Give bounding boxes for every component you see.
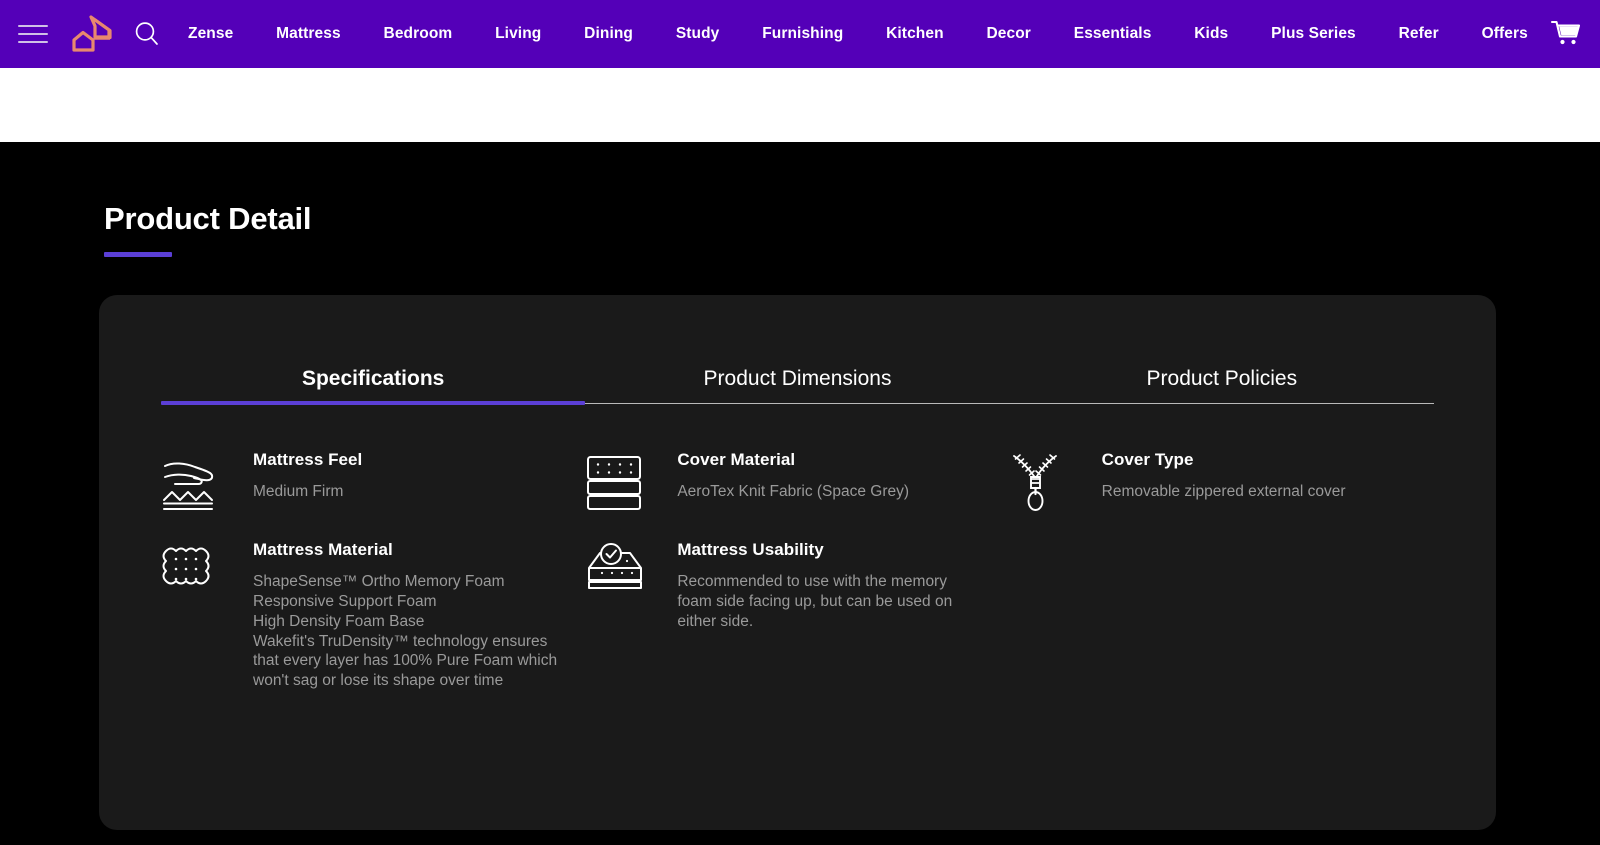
hamburger-line <box>18 25 48 27</box>
nav-link-living[interactable]: Living <box>495 25 541 43</box>
nav-link-bedroom[interactable]: Bedroom <box>384 25 453 43</box>
tab-product-policies[interactable]: Product Policies <box>1010 367 1434 403</box>
nav-link-zense[interactable]: Zense <box>188 25 233 43</box>
nav-link-refer[interactable]: Refer <box>1399 25 1439 43</box>
spec-grid-empty-cell <box>1010 540 1434 691</box>
spec-title: Cover Type <box>1101 450 1194 470</box>
hamburger-line <box>18 33 48 35</box>
top-navigation-bar: Zense Mattress Bedroom Living Dining Stu… <box>0 0 1600 68</box>
spec-text: Cover Material AeroTex Knit Fabric (Spac… <box>677 450 981 502</box>
foam-block-glyph <box>162 547 210 585</box>
spec-item-mattress-feel: Mattress Feel Medium Firm <box>161 450 585 518</box>
magnifier-glyph <box>135 22 158 45</box>
nav-link-kitchen[interactable]: Kitchen <box>886 25 944 43</box>
mattress-check-icon <box>585 540 657 604</box>
nav-links: Zense Mattress Bedroom Living Dining Stu… <box>188 25 1550 43</box>
hamburger-menu-icon[interactable] <box>18 22 48 46</box>
spec-value: ShapeSense™ Ortho Memory Foam Responsive… <box>253 573 558 690</box>
spec-value: Removable zippered external cover <box>1101 483 1346 501</box>
page-title: Product Detail <box>104 201 312 236</box>
nav-link-mattress[interactable]: Mattress <box>276 25 341 43</box>
layered-mattress-icon <box>585 450 657 514</box>
hand-pressing-mattress-glyph <box>163 462 214 511</box>
spec-title: Mattress Material <box>253 540 393 560</box>
nav-link-offers[interactable]: Offers <box>1482 25 1528 43</box>
brand-logo[interactable] <box>66 13 116 55</box>
spec-text: Mattress Material ShapeSense™ Ortho Memo… <box>253 540 557 691</box>
spec-item-cover-material: Cover Material AeroTex Knit Fabric (Spac… <box>585 450 1009 518</box>
white-spacer-band <box>0 68 1600 142</box>
nav-link-study[interactable]: Study <box>676 25 720 43</box>
layered-mattress-glyph <box>587 456 642 511</box>
hamburger-line <box>18 41 48 43</box>
mattress-check-glyph <box>588 543 643 590</box>
nav-link-kids[interactable]: Kids <box>1194 25 1228 43</box>
hand-pressing-mattress-icon <box>161 450 233 514</box>
shopping-cart-icon[interactable] <box>1550 19 1582 49</box>
spec-text: Cover Type Removable zippered external c… <box>1102 450 1406 502</box>
spec-value: Recommended to use with the memory foam … <box>677 573 953 630</box>
spec-text: Mattress Usability Recommended to use wi… <box>677 540 981 631</box>
product-detail-card: Specifications Product Dimensions Produc… <box>99 295 1496 831</box>
nav-link-decor[interactable]: Decor <box>986 25 1030 43</box>
detail-tabs: Specifications Product Dimensions Produc… <box>161 367 1434 406</box>
product-detail-section: Product Detail Specifications Product Di… <box>0 142 1600 845</box>
zipper-icon <box>1010 450 1082 518</box>
search-icon[interactable] <box>132 19 162 49</box>
tab-product-dimensions[interactable]: Product Dimensions <box>585 367 1009 403</box>
tab-specifications[interactable]: Specifications <box>161 367 586 406</box>
nav-link-plus-series[interactable]: Plus Series <box>1271 25 1356 43</box>
cart-glyph <box>1550 20 1581 45</box>
spec-item-cover-type: Cover Type Removable zippered external c… <box>1010 450 1434 518</box>
spec-value: Medium Firm <box>253 483 344 501</box>
spec-item-mattress-usability: Mattress Usability Recommended to use wi… <box>585 540 1009 691</box>
spec-title: Cover Material <box>677 450 796 470</box>
zipper-glyph <box>1012 454 1057 512</box>
specifications-grid: Mattress Feel Medium Firm Cover Material… <box>161 450 1434 691</box>
spec-item-mattress-material: Mattress Material ShapeSense™ Ortho Memo… <box>161 540 585 691</box>
nav-link-dining[interactable]: Dining <box>584 25 633 43</box>
foam-block-icon <box>161 540 233 604</box>
spec-value: AeroTex Knit Fabric (Space Grey) <box>677 483 910 501</box>
heading-accent-rule <box>104 252 172 258</box>
spec-title: Mattress Feel <box>253 450 363 470</box>
spec-text: Mattress Feel Medium Firm <box>253 450 557 502</box>
spec-title: Mattress Usability <box>677 540 824 560</box>
nav-left-cluster <box>18 13 188 55</box>
nav-link-furnishing[interactable]: Furnishing <box>762 25 843 43</box>
nav-link-essentials[interactable]: Essentials <box>1074 25 1152 43</box>
house-logo-icon <box>72 15 112 52</box>
section-heading-wrap: Product Detail <box>0 142 1600 258</box>
